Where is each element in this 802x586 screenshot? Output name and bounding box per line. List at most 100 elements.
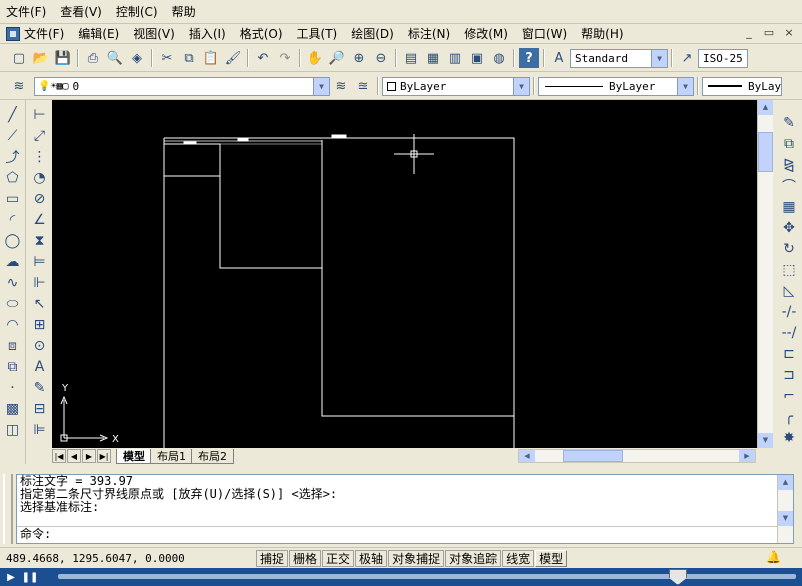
region-icon[interactable]: ◫: [3, 419, 23, 440]
quick-leader-icon[interactable]: ↖: [30, 293, 50, 314]
menu-help[interactable]: 帮助(H): [581, 25, 623, 42]
revision-cloud-icon[interactable]: ☁: [3, 251, 23, 272]
command-prompt[interactable]: 命令:: [17, 528, 51, 541]
center-mark-icon[interactable]: ⊙: [30, 335, 50, 356]
offset-icon[interactable]: ⌒: [779, 175, 799, 196]
erase-icon[interactable]: ✎: [779, 112, 799, 133]
make-block-icon[interactable]: ⧉: [3, 356, 23, 377]
outer-menu-view[interactable]: 查看(V): [60, 3, 102, 20]
ordinate-dimension-icon[interactable]: ⋮: [30, 146, 50, 167]
zoom-window-icon[interactable]: ⊕: [349, 48, 369, 68]
stretch-icon[interactable]: ◺: [779, 280, 799, 301]
menu-edit[interactable]: 编辑(E): [78, 25, 119, 42]
angular-dimension-icon[interactable]: ∠: [30, 209, 50, 230]
break-at-point-icon[interactable]: ⊏: [779, 343, 799, 364]
model-toggle[interactable]: 模型: [535, 549, 568, 567]
mirror-icon[interactable]: ⧎: [779, 154, 799, 175]
close-button[interactable]: ×: [780, 26, 798, 41]
osnap-toggle[interactable]: 对象捕捉: [388, 549, 445, 567]
scroll-down-icon[interactable]: ▼: [758, 433, 773, 448]
outer-menu-help[interactable]: 帮助: [172, 3, 196, 20]
vertical-scrollbar[interactable]: ▲ ▼: [757, 100, 773, 448]
scroll-down-icon[interactable]: ▼: [778, 511, 793, 526]
design-center-icon[interactable]: ▦: [423, 48, 443, 68]
snap-toggle[interactable]: 捕捉: [256, 549, 289, 567]
move-icon[interactable]: ✥: [779, 217, 799, 238]
baseline-dimension-icon[interactable]: ⊨: [30, 251, 50, 272]
dim-style-select[interactable]: ISO-25: [698, 48, 748, 68]
match-properties-icon[interactable]: 🖌: [223, 48, 243, 68]
lineweight-toggle[interactable]: 线宽: [502, 549, 535, 567]
menu-window[interactable]: 窗口(W): [522, 25, 567, 42]
polygon-icon[interactable]: ⬠: [3, 167, 23, 188]
command-scrollbar[interactable]: ▲ ▼: [777, 475, 793, 543]
undo-icon[interactable]: ↶: [253, 48, 273, 68]
pan-icon[interactable]: ✋: [305, 48, 325, 68]
layer-manager-icon[interactable]: ≋: [9, 76, 29, 96]
open-file-icon[interactable]: 📂: [31, 48, 51, 68]
properties-icon[interactable]: ▤: [401, 48, 421, 68]
outer-menu-file[interactable]: 文件(F): [6, 3, 46, 20]
scroll-right-icon[interactable]: ▶: [739, 450, 755, 462]
rectangle-icon[interactable]: ▭: [3, 188, 23, 209]
command-window[interactable]: 标注文字 = 393.97 指定第二条尺寸界线原点或 [放弃(U)/选择(S)]…: [16, 474, 794, 544]
dimension-style-icon[interactable]: ⊫: [30, 419, 50, 440]
color-select[interactable]: ByLayer ▼: [382, 76, 530, 96]
publish-icon[interactable]: ◈: [127, 48, 147, 68]
dimension-edit-icon[interactable]: A: [30, 356, 50, 377]
menu-file[interactable]: 文件(F): [24, 25, 64, 42]
scale-icon[interactable]: ⬚: [779, 259, 799, 280]
menu-dimension[interactable]: 标注(N): [408, 25, 450, 42]
scroll-up-icon[interactable]: ▲: [758, 100, 773, 115]
chamfer-icon[interactable]: ⌐: [779, 385, 799, 406]
tab-layout1[interactable]: 布局1: [150, 448, 193, 464]
linetype-select[interactable]: ByLayer ▼: [538, 76, 694, 96]
grid-toggle[interactable]: 栅格: [289, 549, 322, 567]
save-icon[interactable]: 💾: [53, 48, 73, 68]
explode-icon[interactable]: ✸: [779, 427, 799, 448]
new-file-icon[interactable]: ▢: [9, 48, 29, 68]
coordinates-readout[interactable]: 489.4668, 1295.6047, 0.0000: [0, 552, 256, 565]
extend-icon[interactable]: --/: [779, 322, 799, 343]
print-preview-icon[interactable]: 🔍: [105, 48, 125, 68]
linear-dimension-icon[interactable]: ⊢: [30, 104, 50, 125]
communication-center-icon[interactable]: 🔔: [766, 550, 782, 566]
diameter-dimension-icon[interactable]: ⊘: [30, 188, 50, 209]
print-icon[interactable]: ⎙: [83, 48, 103, 68]
menu-modify[interactable]: 修改(M): [464, 25, 508, 42]
horizontal-scrollbar[interactable]: ◀ ▶: [518, 449, 756, 463]
break-icon[interactable]: ⊐: [779, 364, 799, 385]
circle-icon[interactable]: ◯: [3, 230, 23, 251]
insert-block-icon[interactable]: ⧈: [3, 335, 23, 356]
quick-dimension-icon[interactable]: ⧗: [30, 230, 50, 251]
continue-dimension-icon[interactable]: ⊩: [30, 272, 50, 293]
prev-tab-icon[interactable]: ◀: [67, 449, 81, 463]
minimize-button[interactable]: _: [740, 26, 758, 41]
tolerance-icon[interactable]: ⊞: [30, 314, 50, 335]
outer-menu-control[interactable]: 控制(C): [116, 3, 158, 20]
menu-draw[interactable]: 绘图(D): [351, 25, 394, 42]
menu-insert[interactable]: 插入(I): [189, 25, 226, 42]
app-logo-icon[interactable]: [6, 26, 20, 41]
cut-icon[interactable]: ✂: [157, 48, 177, 68]
ellipse-arc-icon[interactable]: ◠: [3, 314, 23, 335]
next-tab-icon[interactable]: ▶: [82, 449, 96, 463]
seek-knob[interactable]: [668, 569, 687, 585]
drawing-canvas[interactable]: Y X: [52, 100, 757, 448]
hatch-icon[interactable]: ▩: [3, 398, 23, 419]
otrack-toggle[interactable]: 对象追踪: [445, 549, 502, 567]
dimension-text-edit-icon[interactable]: ✎: [30, 377, 50, 398]
array-icon[interactable]: ▦: [779, 196, 799, 217]
zoom-previous-icon[interactable]: ⊖: [371, 48, 391, 68]
first-tab-icon[interactable]: |◀: [52, 449, 66, 463]
construction-line-icon[interactable]: ⟋: [3, 125, 23, 146]
scroll-left-icon[interactable]: ◀: [519, 450, 535, 462]
tab-layout2[interactable]: 布局2: [191, 448, 234, 464]
markup-icon[interactable]: ◍: [489, 48, 509, 68]
copy-icon[interactable]: ⧉: [179, 48, 199, 68]
last-tab-icon[interactable]: ▶|: [97, 449, 111, 463]
layer-previous-icon[interactable]: ≊: [353, 76, 373, 96]
polyline-icon[interactable]: ⤴: [3, 146, 23, 167]
aligned-dimension-icon[interactable]: ⤢: [30, 125, 50, 146]
scroll-up-icon[interactable]: ▲: [778, 475, 793, 490]
